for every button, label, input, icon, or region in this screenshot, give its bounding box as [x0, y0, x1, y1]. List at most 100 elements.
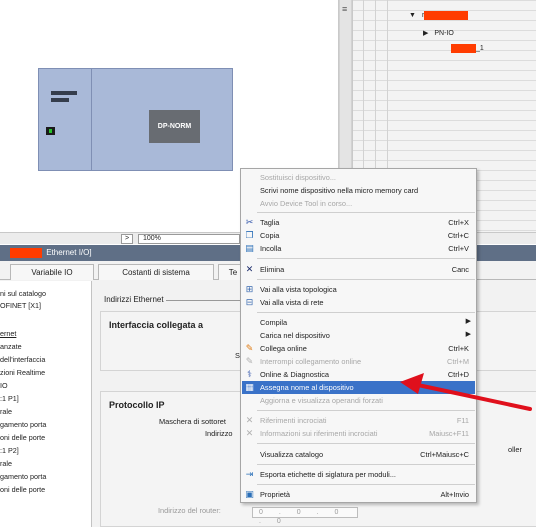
menu-item-aggiorna[interactable]: Aggiorna e visualizza operandi forzati: [242, 394, 475, 407]
ethernet-port-icon[interactable]: [46, 127, 55, 135]
menu-item-shortcut: Ctrl+X: [448, 218, 469, 227]
menu-item-sostituisci[interactable]: Sostituisci dispositivo...: [242, 171, 475, 184]
menu-item-diagnostica[interactable]: ⚕ Online & Diagnostica Ctrl+D: [242, 368, 475, 381]
menu-item-label: Esporta etichette di siglatura per modul…: [260, 470, 396, 479]
tree-row[interactable]: _1: [451, 43, 484, 53]
menu-item-shortcut: Alt+Invio: [440, 490, 469, 499]
menu-item-label: Copia: [260, 231, 280, 240]
menu-item-shortcut: Maiusc+F11: [429, 429, 469, 438]
menu-item-label: Avvio Device Tool in corso...: [260, 199, 353, 208]
menu-item-shortcut: Canc: [451, 265, 469, 274]
menu-separator: [257, 312, 475, 313]
menu-item-esporta-etichette[interactable]: ⇥ Esporta etichette di siglatura per mod…: [242, 468, 475, 481]
menu-item-interrompi[interactable]: ✎ Interrompi collegamento online Ctrl+M: [242, 355, 475, 368]
nav-item-selected[interactable]: ernet: [0, 329, 16, 338]
device-divider: [91, 69, 92, 170]
nav-item[interactable]: ni sul catalogo: [0, 289, 46, 298]
nav-item[interactable]: gamento porta: [0, 472, 46, 481]
tab-variabile-io[interactable]: Variabile IO: [10, 264, 94, 280]
menu-item-label: Compila: [260, 318, 288, 327]
tab-costanti-di-sistema[interactable]: Costanti di sistema: [98, 264, 214, 280]
menu-item-assegna-nome[interactable]: ▦ Assegna nome al dispositivo: [242, 381, 475, 394]
nav-item[interactable]: :1 P2]: [0, 446, 19, 455]
menu-item-label: Incolla: [260, 244, 282, 253]
properties-icon: ▣: [245, 489, 254, 499]
device-block[interactable]: DP-NORM: [38, 68, 233, 171]
menu-item-proprieta[interactable]: ▣ Proprietà Alt+Invio: [242, 488, 475, 501]
menu-item-shortcut: F11: [456, 416, 469, 425]
menu-item-carica[interactable]: Carica nel dispositivo ▶: [242, 329, 475, 342]
menu-separator: [257, 212, 475, 213]
nav-item[interactable]: :1 P1]: [0, 394, 19, 403]
menu-item-device-tool[interactable]: Avvio Device Tool in corso...: [242, 197, 475, 210]
menu-separator: [257, 484, 475, 485]
menu-item-taglia[interactable]: ✂ Taglia Ctrl+X: [242, 216, 475, 229]
router-address-input[interactable]: 0 . 0 . 0 . 0: [252, 507, 358, 525]
menu-item-vista-rete[interactable]: ⊟ Vai alla vista di rete: [242, 296, 475, 309]
tree-row-label: PN-IO: [434, 29, 454, 37]
menu-item-scrivi-nome[interactable]: Scrivi nome dispositivo nella micro memo…: [242, 184, 475, 197]
nav-item[interactable]: rale: [0, 459, 12, 468]
diagnostics-icon: ⚕: [247, 369, 252, 379]
dp-norm-label: DP-NORM: [157, 123, 192, 130]
menu-item-collega-online[interactable]: ✎ Collega online Ctrl+K: [242, 342, 475, 355]
cut-icon: ✂: [245, 217, 254, 227]
menu-item-incolla[interactable]: ▤ Incolla Ctrl+V: [242, 242, 475, 255]
nav-item[interactable]: anzate: [0, 342, 22, 351]
expand-right-icon[interactable]: ▶: [423, 29, 428, 37]
nav-item[interactable]: dell'interfaccia: [0, 355, 45, 364]
nav-item[interactable]: OFINET [X1]: [0, 301, 41, 310]
menu-item-vista-topologica[interactable]: ⊞ Vai alla vista topologica: [242, 283, 475, 296]
group-title: Protocollo IP: [109, 400, 165, 410]
paste-icon: ▤: [245, 243, 254, 253]
tree-row[interactable]: ▶ PN-IO: [423, 28, 454, 38]
nav-item[interactable]: oni delle porte: [0, 485, 45, 494]
tree-row[interactable]: ▼ r: [409, 10, 469, 20]
tree-row-label: _1: [476, 44, 484, 52]
context-menu: Sostituisci dispositivo... Scrivi nome d…: [240, 168, 477, 503]
menu-item-elimina[interactable]: ✕ Elimina Canc: [242, 263, 475, 276]
menu-item-label: Online & Diagnostica: [260, 370, 330, 379]
zoom-arrow-button[interactable]: >: [121, 234, 133, 244]
nav-item[interactable]: IO: [0, 381, 8, 390]
menu-item-label: Scrivi nome dispositivo nella micro memo…: [260, 186, 419, 195]
nav-item[interactable]: rale: [0, 407, 12, 416]
nav-item[interactable]: zioni Realtime: [0, 368, 45, 377]
menu-item-info-riferimenti[interactable]: ✕ Informazioni sui riferimenti incrociat…: [242, 427, 475, 440]
submenu-arrow-icon: ▶: [465, 331, 471, 338]
menu-separator: [257, 279, 475, 280]
expand-down-icon[interactable]: ▼: [409, 12, 416, 19]
device-head-bar: [51, 98, 69, 102]
zoom-field[interactable]: 100%: [138, 234, 240, 244]
nav-item[interactable]: oni delle porte: [0, 433, 45, 442]
cross-ref-icon: ✕: [245, 415, 254, 425]
menu-item-shortcut: Ctrl+Maiusc+C: [420, 450, 469, 459]
redaction-box: [451, 43, 476, 53]
cross-ref-info-icon: ✕: [245, 428, 254, 438]
menu-item-label: Vai alla vista di rete: [260, 298, 324, 307]
menu-item-label: Interrompi collegamento online: [260, 357, 362, 366]
nav-item[interactable]: gamento porta: [0, 420, 46, 429]
network-icon: ⊟: [245, 297, 254, 307]
field-label-maschera: Maschera di sottoret: [159, 417, 226, 426]
redaction-box: [424, 10, 469, 20]
menu-item-label: Carica nel dispositivo: [260, 331, 330, 340]
menu-item-copia[interactable]: ❐ Copia Ctrl+C: [242, 229, 475, 242]
submenu-arrow-icon: ▶: [465, 318, 471, 325]
menu-item-riferimenti[interactable]: ✕ Riferimenti incrociati F11: [242, 414, 475, 427]
menu-separator: [257, 464, 475, 465]
export-icon: ⇥: [245, 469, 254, 479]
menu-item-label: Vai alla vista topologica: [260, 285, 337, 294]
field-label-fragment: oller: [508, 445, 522, 454]
menu-item-shortcut: Ctrl+V: [448, 244, 469, 253]
menu-item-shortcut: Ctrl+K: [448, 344, 469, 353]
menu-item-label: Visualizza catalogo: [260, 450, 324, 459]
menu-item-shortcut: Ctrl+C: [447, 231, 469, 240]
menu-item-catalogo[interactable]: Visualizza catalogo Ctrl+Maiusc+C: [242, 448, 475, 461]
menu-item-label: Proprietà: [260, 490, 290, 499]
menu-item-compila[interactable]: Compila ▶: [242, 316, 475, 329]
group-title: Interfaccia collegata a: [109, 320, 204, 330]
table-menu-icon[interactable]: ≡: [342, 4, 347, 14]
menu-item-label: Sostituisci dispositivo...: [260, 173, 336, 182]
dp-norm-module[interactable]: DP-NORM: [149, 110, 200, 143]
